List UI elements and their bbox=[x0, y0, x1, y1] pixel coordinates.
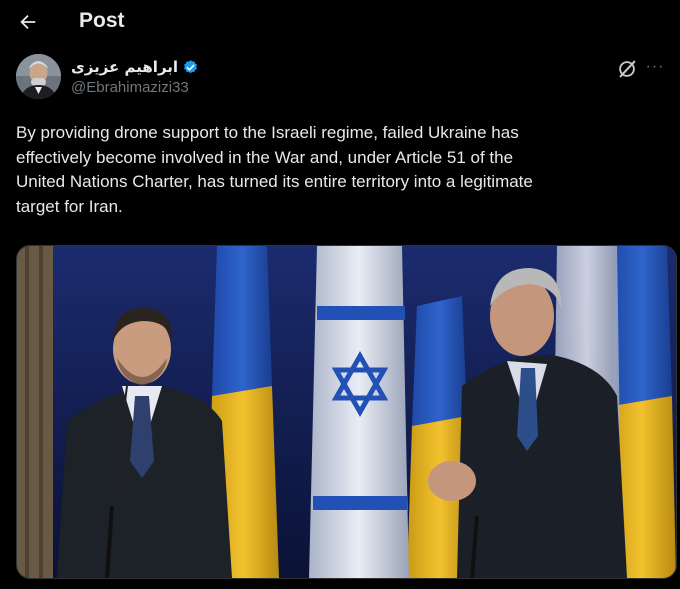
author-names: ابراهیم عزیزی @Ebrahimazizi33 bbox=[71, 57, 199, 97]
verified-badge-icon bbox=[184, 59, 197, 73]
grok-icon bbox=[619, 60, 636, 78]
photo-image bbox=[17, 246, 676, 578]
post-header: Post bbox=[0, 0, 680, 44]
avatar[interactable] bbox=[16, 54, 61, 99]
back-button[interactable] bbox=[12, 6, 44, 38]
grok-button[interactable] bbox=[616, 58, 638, 80]
more-horizontal-icon: ··· bbox=[645, 58, 665, 75]
post-author: ابراهیم عزیزی @Ebrahimazizi33 ··· bbox=[16, 54, 666, 104]
author-handle[interactable]: @Ebrahimazizi33 bbox=[71, 79, 199, 97]
more-button[interactable]: ··· bbox=[644, 58, 666, 80]
post-media-photo[interactable] bbox=[16, 245, 677, 579]
post-text: By providing drone support to the Israel… bbox=[16, 123, 533, 216]
page-title: Post bbox=[79, 9, 125, 32]
arrow-left-icon bbox=[20, 14, 36, 30]
display-name[interactable]: ابراهیم عزیزی bbox=[71, 58, 178, 76]
